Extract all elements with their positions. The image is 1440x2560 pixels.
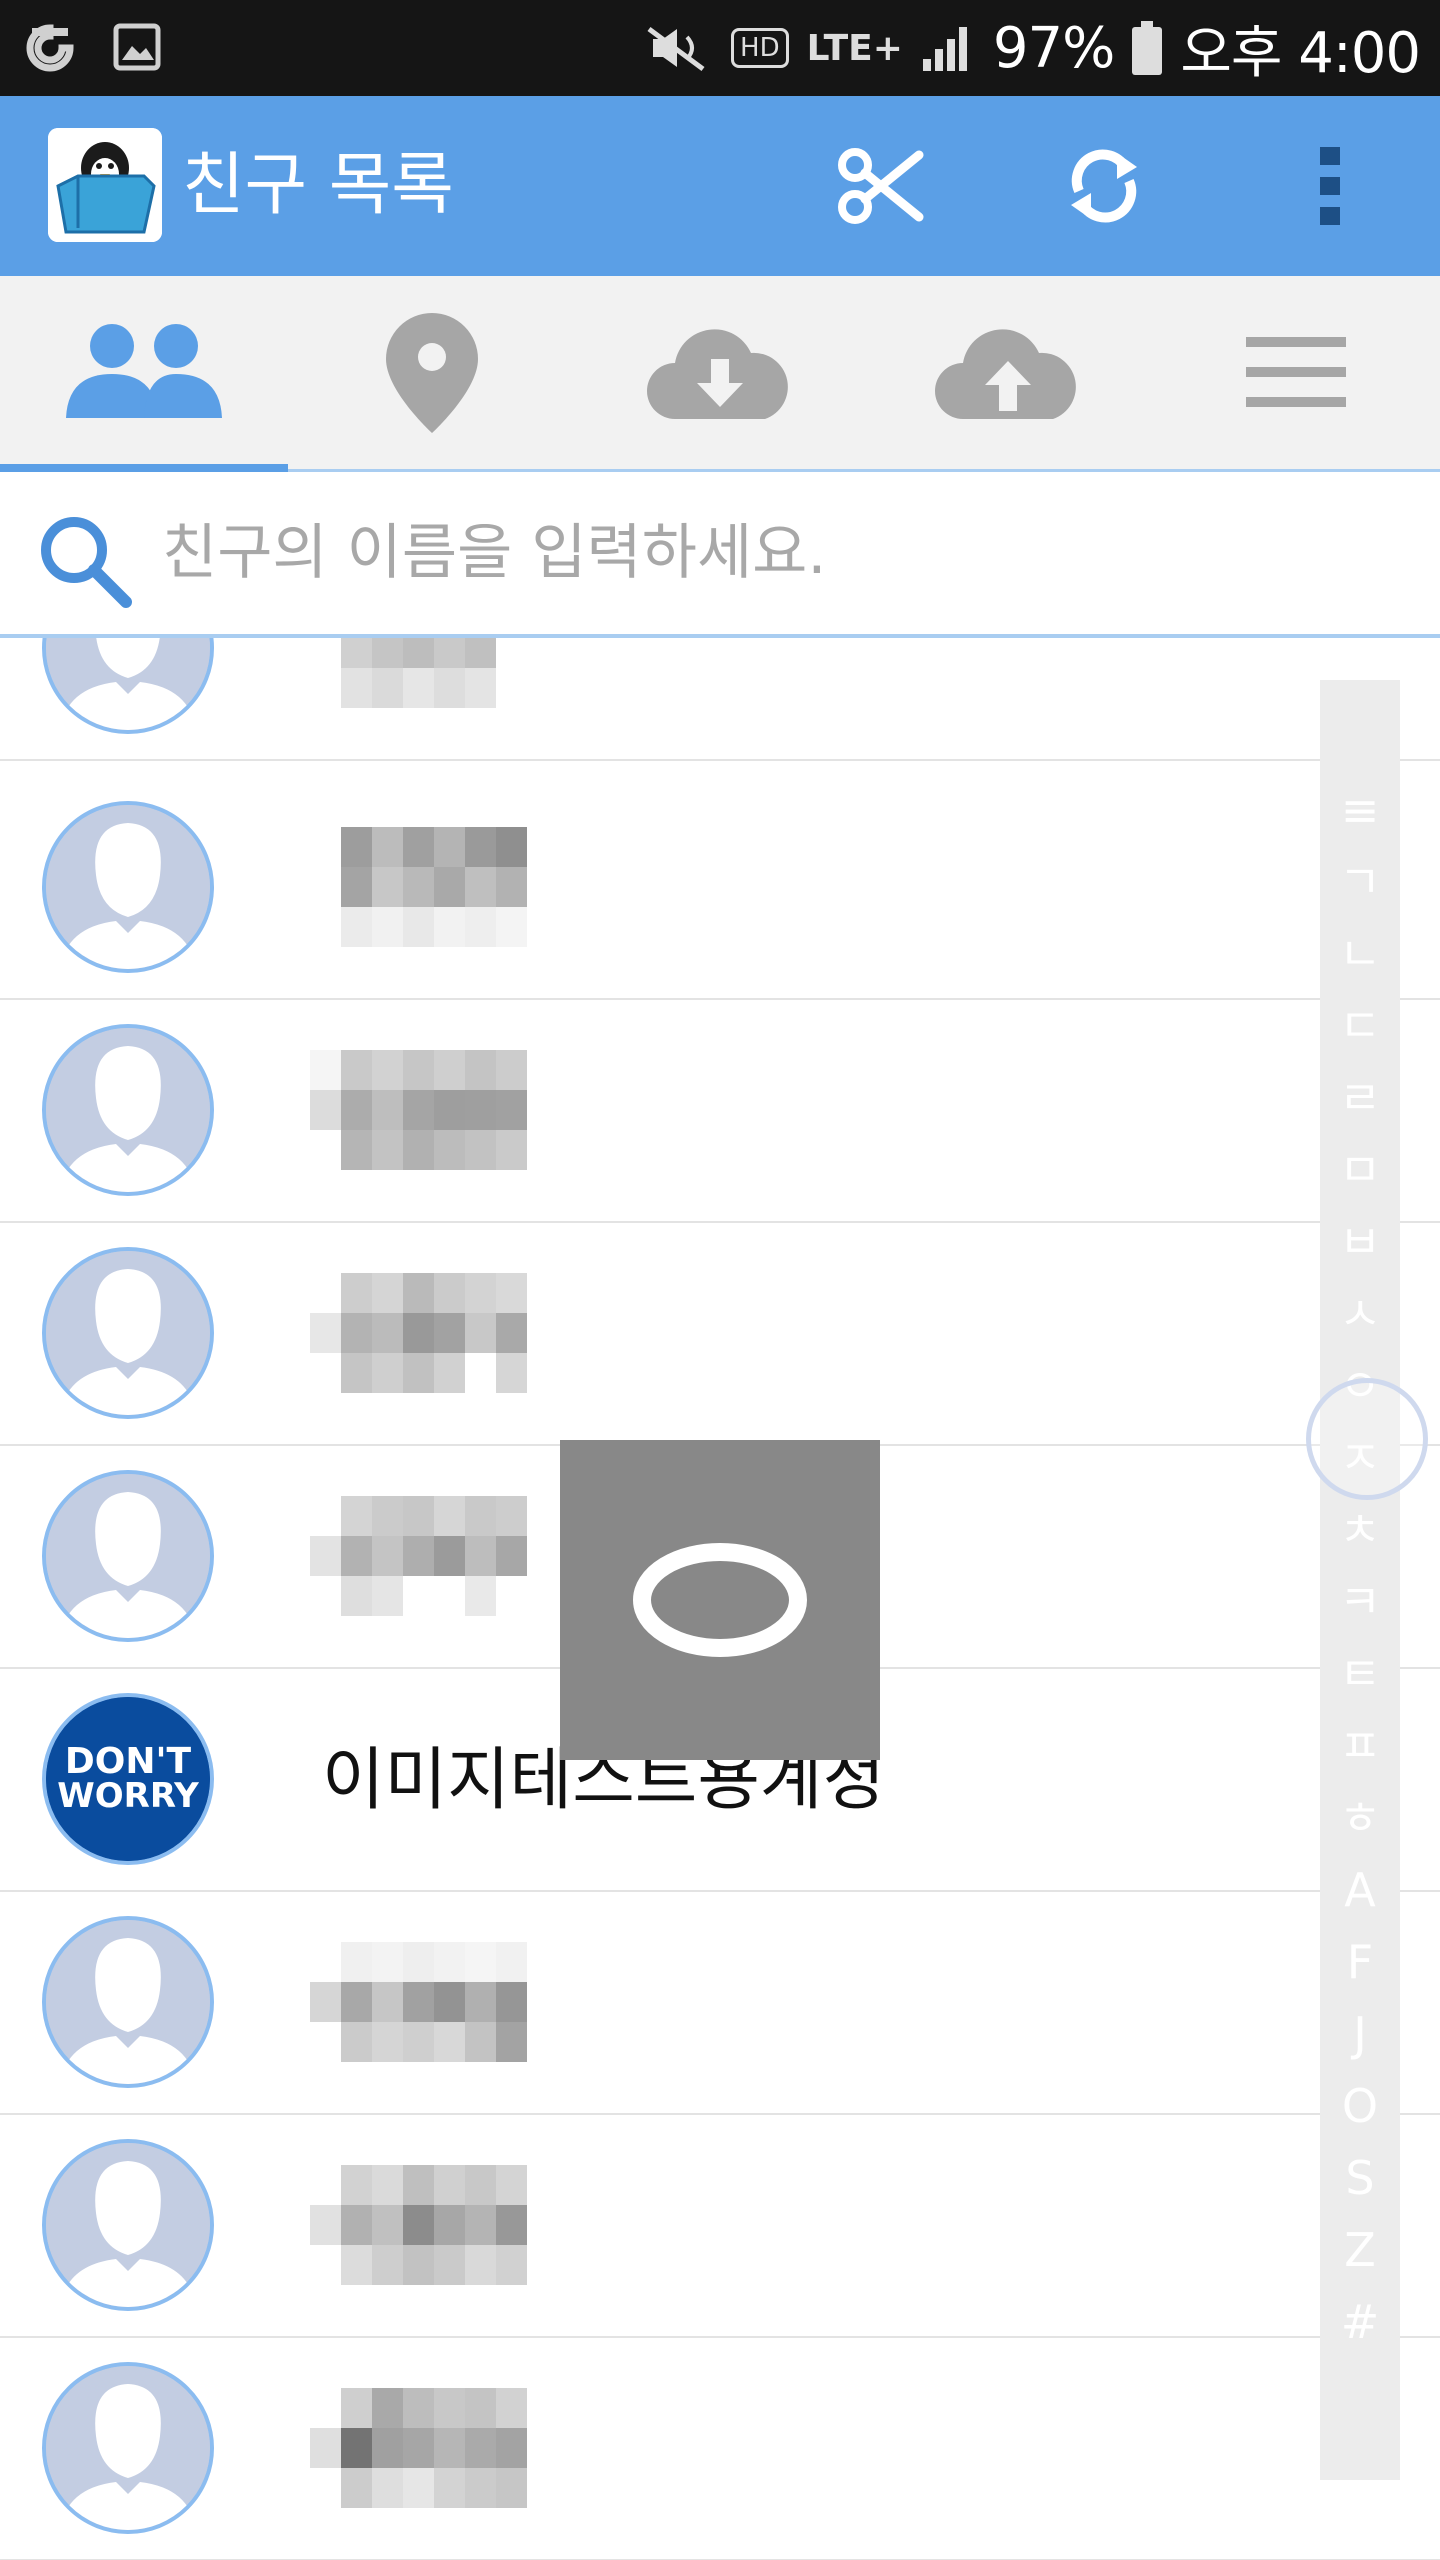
list-item[interactable] bbox=[0, 1892, 1440, 2115]
index-scroll-thumb[interactable] bbox=[1306, 1378, 1428, 1500]
index-letter[interactable]: ㅁ bbox=[1320, 1140, 1400, 1200]
index-letter[interactable]: ㄹ bbox=[1320, 1068, 1400, 1128]
default-avatar-icon bbox=[42, 1247, 214, 1419]
index-letter[interactable]: ㅂ bbox=[1320, 1212, 1400, 1272]
list-item[interactable] bbox=[0, 1223, 1440, 1446]
index-letter[interactable]: ㅅ bbox=[1320, 1284, 1400, 1344]
default-avatar-icon bbox=[42, 638, 214, 734]
blurred-name bbox=[310, 2388, 558, 2508]
overlay-letter-glyph bbox=[633, 1543, 807, 1657]
battery-percent: 97% bbox=[992, 15, 1115, 81]
tab-friends[interactable] bbox=[0, 276, 288, 472]
penguin-box-logo-icon bbox=[48, 128, 162, 242]
network-type: LTE+ bbox=[806, 27, 903, 69]
status-notification-icons bbox=[24, 22, 162, 74]
blurred-name bbox=[310, 1050, 558, 1170]
blurred-name bbox=[310, 1942, 558, 2062]
index-letter[interactable]: A bbox=[1320, 1860, 1400, 1920]
tab-upload[interactable] bbox=[864, 276, 1152, 469]
list-item[interactable] bbox=[0, 1000, 1440, 1223]
alphabet-index-bar[interactable]: ≡ ㄱ ㄴ ㄷ ㄹ ㅁ ㅂ ㅅ ㅇ ㅈ ㅊ ㅋ ㅌ ㅍ ㅎ A F J O S … bbox=[1320, 680, 1400, 2480]
index-letter[interactable]: ㄷ bbox=[1320, 996, 1400, 1056]
blurred-name bbox=[310, 1273, 558, 1393]
index-letter[interactable]: ㅊ bbox=[1320, 1500, 1400, 1560]
mute-icon bbox=[647, 26, 705, 72]
page-title: 친구 목록 bbox=[182, 146, 454, 225]
app-notification-icon bbox=[26, 24, 74, 72]
hd-voice-badge: HD bbox=[731, 28, 789, 68]
search-icon bbox=[41, 517, 132, 608]
default-avatar-icon bbox=[42, 2362, 214, 2534]
status-right: HD LTE+ 97% 오후 4:00 bbox=[643, 0, 1421, 96]
tab-location[interactable] bbox=[288, 276, 576, 469]
index-letter[interactable]: ㄱ bbox=[1320, 852, 1400, 912]
default-avatar-icon bbox=[42, 1470, 214, 1642]
status-bar: HD LTE+ 97% 오후 4:00 bbox=[0, 0, 1440, 96]
friends-icon bbox=[66, 323, 222, 418]
blurred-name bbox=[310, 2165, 558, 2285]
index-letter[interactable]: J bbox=[1320, 2004, 1400, 2064]
list-item[interactable] bbox=[0, 2338, 1440, 2560]
index-letter[interactable]: ㅍ bbox=[1320, 1716, 1400, 1776]
tab-bar bbox=[0, 276, 1440, 472]
cloud-download-icon bbox=[647, 328, 788, 419]
index-letter[interactable]: Z bbox=[1320, 2220, 1400, 2280]
app-logo bbox=[48, 128, 162, 242]
list-item[interactable] bbox=[0, 2115, 1440, 2338]
index-letter[interactable]: ㅎ bbox=[1320, 1788, 1400, 1848]
index-letter[interactable]: ≡ bbox=[1320, 780, 1400, 840]
menu-icon bbox=[1246, 336, 1346, 407]
cloud-upload-icon bbox=[935, 328, 1076, 419]
dont-worry-line2: WORRY bbox=[57, 1776, 199, 1816]
index-letter[interactable]: ㄴ bbox=[1320, 924, 1400, 984]
index-letter[interactable]: F bbox=[1320, 1932, 1400, 1992]
battery-icon bbox=[1132, 21, 1163, 75]
list-item[interactable] bbox=[0, 777, 1440, 1000]
blurred-name bbox=[310, 1496, 558, 1616]
index-letter[interactable]: # bbox=[1320, 2292, 1400, 2352]
index-letter[interactable]: ㅋ bbox=[1320, 1572, 1400, 1632]
more-vertical-icon bbox=[1320, 147, 1340, 225]
more-options-button[interactable] bbox=[1280, 136, 1380, 236]
cut-button[interactable] bbox=[830, 136, 930, 236]
index-letter[interactable]: O bbox=[1320, 2076, 1400, 2136]
search-bar bbox=[0, 472, 1440, 638]
app-bar: 친구 목록 bbox=[0, 96, 1440, 276]
sync-icon bbox=[1071, 149, 1137, 223]
default-avatar-icon bbox=[42, 801, 214, 973]
image-notification-icon bbox=[113, 23, 161, 71]
blurred-name bbox=[310, 638, 558, 708]
default-avatar-icon bbox=[42, 2139, 214, 2311]
list-item[interactable] bbox=[0, 638, 1440, 761]
scissors-icon bbox=[838, 148, 924, 224]
tab-menu[interactable] bbox=[1152, 276, 1440, 469]
tab-download[interactable] bbox=[576, 276, 864, 469]
sync-button[interactable] bbox=[1054, 136, 1154, 236]
index-letter[interactable]: ㅌ bbox=[1320, 1644, 1400, 1704]
signal-icon bbox=[922, 27, 967, 71]
clock: 오후 4:00 bbox=[1180, 20, 1421, 86]
section-letter-overlay bbox=[560, 1440, 880, 1760]
location-pin-icon bbox=[386, 312, 478, 433]
search-input[interactable] bbox=[160, 502, 1364, 604]
default-avatar-icon bbox=[42, 1024, 214, 1196]
default-avatar-icon bbox=[42, 1916, 214, 2088]
index-letter[interactable]: S bbox=[1320, 2148, 1400, 2208]
blurred-name bbox=[310, 827, 558, 947]
dont-worry-avatar-icon: DON'T WORRY bbox=[42, 1693, 214, 1865]
